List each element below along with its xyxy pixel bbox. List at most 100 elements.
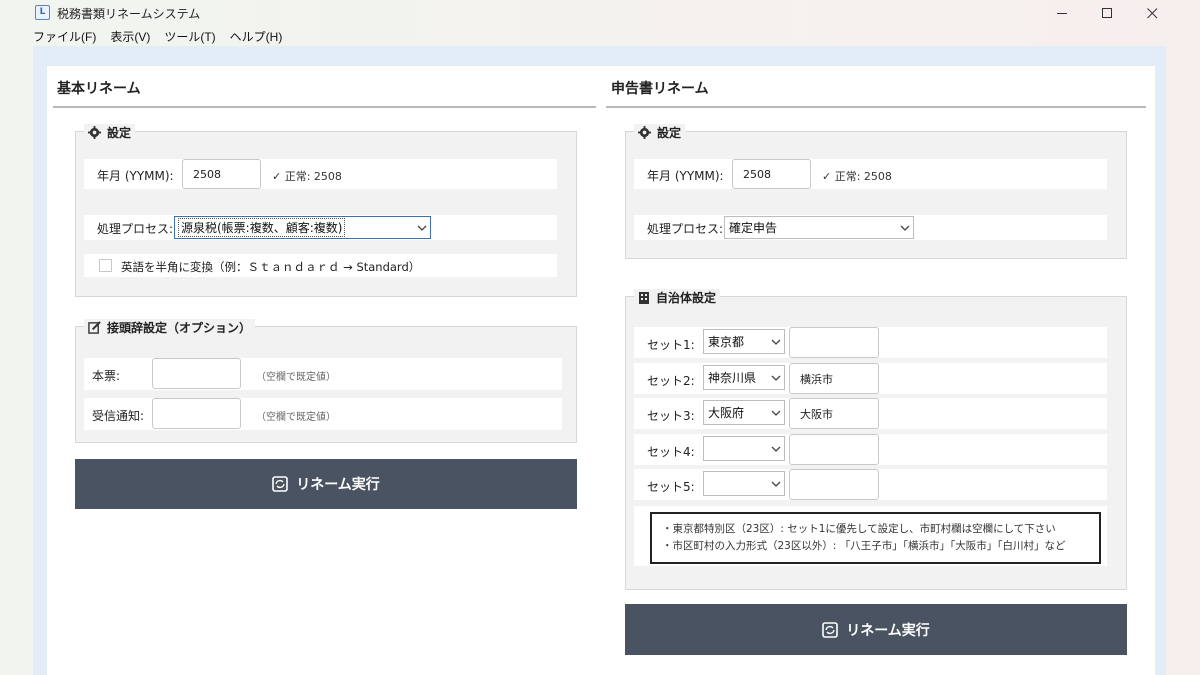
basic-process-label: 処理プロセス: (97, 222, 174, 236)
minimize-button[interactable] (1040, 0, 1085, 27)
prefix-recv-row: 受信通知: （空欄で既定値） (84, 398, 562, 430)
set-5-city-input[interactable] (789, 469, 879, 500)
municipal-legend: 自治体設定 (634, 289, 721, 306)
basic-process-row: 処理プロセス: 源泉税(帳票:複数、顧客:複数) (84, 215, 557, 240)
return-rename-button[interactable]: リネーム実行 (625, 604, 1127, 655)
set-1-label: セット1: (647, 338, 695, 352)
main-panel: 基本リネーム 設定 年月 (YYMM): 2508 ✓ 正常: 2508 処理プ… (47, 66, 1155, 675)
prefix-recv-label: 受信通知: (92, 409, 145, 423)
basic-settings-legend-label: 設定 (107, 126, 132, 140)
return-section-title: 申告書リネーム (611, 81, 709, 97)
set-4-city-input[interactable] (789, 434, 879, 465)
municipal-group: 自治体設定 セット1: 東京都 セット2: 神奈川県 横浜市 セット3: 大阪府 (625, 289, 1127, 590)
basic-section-title: 基本リネーム (57, 81, 141, 97)
set-1-prefecture-value: 東京都 (708, 335, 745, 349)
menu-tools[interactable]: ツール(T) (164, 28, 215, 45)
menu-file[interactable]: ファイル(F) (33, 28, 96, 45)
return-settings-legend: 設定 (634, 124, 686, 141)
edit-icon (88, 321, 101, 334)
chevron-down-icon (766, 366, 784, 389)
maximize-icon (1102, 8, 1112, 18)
set-2-label: セット2: (647, 374, 695, 388)
set-3-prefecture-select[interactable]: 大阪府 (703, 400, 785, 425)
set-1-city-input[interactable] (789, 327, 879, 358)
municipal-set-3-row: セット3: 大阪府 大阪市 (634, 398, 1107, 429)
app-icon: L (35, 5, 50, 20)
maximize-button[interactable] (1085, 0, 1130, 27)
gear-icon (638, 126, 651, 139)
minimize-icon (1057, 13, 1067, 14)
close-button[interactable] (1130, 0, 1175, 27)
building-icon (639, 292, 649, 304)
rename-icon (822, 621, 839, 638)
convert-checkbox[interactable] (99, 259, 112, 272)
basic-ym-row: 年月 (YYMM): 2508 ✓ 正常: 2508 (84, 159, 557, 189)
title-bar: L 税務書類リネームシステム (0, 0, 1200, 27)
prefix-group: 接頭辞設定（オプション） 本票: （空欄で既定値） 受信通知: （空欄で既定値） (75, 319, 577, 443)
chevron-down-icon (766, 437, 784, 460)
prefix-recv-input[interactable] (152, 398, 241, 429)
close-icon (1147, 8, 1158, 19)
set-2-prefecture-select[interactable]: 神奈川県 (703, 365, 785, 390)
set-5-prefecture-select[interactable] (703, 471, 785, 496)
basic-ym-status: ✓ 正常: 2508 (272, 170, 342, 183)
chevron-down-icon (412, 217, 430, 238)
municipal-legend-label: 自治体設定 (656, 291, 717, 305)
chevron-down-icon (895, 217, 913, 238)
return-ym-row: 年月 (YYMM): 2508 ✓ 正常: 2508 (634, 159, 1107, 189)
basic-settings-group: 設定 年月 (YYMM): 2508 ✓ 正常: 2508 処理プロセス: 源泉… (75, 124, 577, 297)
set-2-prefecture-value: 神奈川県 (708, 371, 757, 385)
return-ym-input[interactable]: 2508 (732, 159, 811, 189)
prefix-legend: 接頭辞設定（オプション） (84, 319, 256, 336)
municipal-notes-row: ・東京都特別区（23区）: セット1に優先して設定し、市町村欄は空欄にして下さい… (634, 506, 1107, 566)
chevron-down-icon (766, 472, 784, 495)
return-section-rule (606, 106, 1146, 108)
municipal-note-2: ・市区町村の入力形式（23区以外）: 「八王子市」「横浜市」「大阪市」「白川村」… (662, 540, 1066, 552)
set-2-city-input[interactable]: 横浜市 (789, 363, 879, 394)
return-process-select[interactable]: 確定申告 (724, 216, 914, 239)
basic-settings-legend: 設定 (84, 124, 136, 141)
basic-process-select[interactable]: 源泉税(帳票:複数、顧客:複数) (174, 216, 431, 239)
return-process-label: 処理プロセス: (647, 222, 724, 236)
municipal-set-5-row: セット5: (634, 469, 1107, 500)
basic-convert-row: 英語を半角に変換（例：Ｓｔａｎｄａｒｄ → Standard） (84, 254, 557, 277)
municipal-notes-box: ・東京都特別区（23区）: セット1に優先して設定し、市町村欄は空欄にして下さい… (650, 512, 1101, 564)
prefix-main-hint: （空欄で既定値） (256, 372, 336, 383)
chevron-down-icon (766, 401, 784, 424)
convert-label: 英語を半角に変換（例：Ｓｔａｎｄａｒｄ → Standard） (121, 260, 421, 274)
prefix-main-row: 本票: （空欄で既定値） (84, 358, 562, 390)
rename-icon (272, 476, 289, 492)
menu-bar: ファイル(F) 表示(V) ツール(T) ヘルプ(H) (0, 27, 1200, 46)
prefix-main-input[interactable] (152, 358, 241, 389)
basic-rename-button[interactable]: リネーム実行 (75, 459, 577, 509)
chevron-down-icon (766, 330, 784, 353)
return-ym-label: 年月 (YYMM): (647, 169, 724, 183)
municipal-set-2-row: セット2: 神奈川県 横浜市 (634, 363, 1107, 394)
basic-ym-label: 年月 (YYMM): (97, 169, 174, 183)
prefix-legend-label: 接頭辞設定（オプション） (107, 321, 252, 335)
prefix-recv-hint: （空欄で既定値） (256, 412, 336, 423)
basic-ym-input[interactable]: 2508 (182, 159, 261, 189)
municipal-set-4-row: セット4: (634, 434, 1107, 465)
set-5-label: セット5: (647, 480, 695, 494)
basic-process-value: 源泉税(帳票:複数、顧客:複数) (177, 218, 346, 237)
set-4-prefecture-select[interactable] (703, 436, 785, 461)
set-3-city-input[interactable]: 大阪市 (789, 398, 879, 429)
return-ym-status: ✓ 正常: 2508 (822, 170, 892, 183)
menu-help[interactable]: ヘルプ(H) (230, 28, 283, 45)
return-settings-legend-label: 設定 (657, 126, 682, 140)
set-3-prefecture-value: 大阪府 (708, 406, 745, 420)
window-title: 税務書類リネームシステム (57, 7, 201, 21)
return-settings-group: 設定 年月 (YYMM): 2508 ✓ 正常: 2508 処理プロセス: 確定… (625, 124, 1127, 259)
return-process-row: 処理プロセス: 確定申告 (634, 215, 1107, 240)
return-process-value: 確定申告 (729, 221, 778, 235)
set-1-prefecture-select[interactable]: 東京都 (703, 329, 785, 354)
set-4-label: セット4: (647, 445, 695, 459)
municipal-note-1: ・東京都特別区（23区）: セット1に優先して設定し、市町村欄は空欄にして下さい (662, 523, 1056, 535)
menu-view[interactable]: 表示(V) (110, 28, 150, 45)
prefix-main-label: 本票: (92, 369, 121, 383)
set-3-label: セット3: (647, 409, 695, 423)
gear-icon (88, 126, 101, 139)
return-rename-label: リネーム実行 (846, 622, 930, 639)
municipal-set-1-row: セット1: 東京都 (634, 327, 1107, 358)
